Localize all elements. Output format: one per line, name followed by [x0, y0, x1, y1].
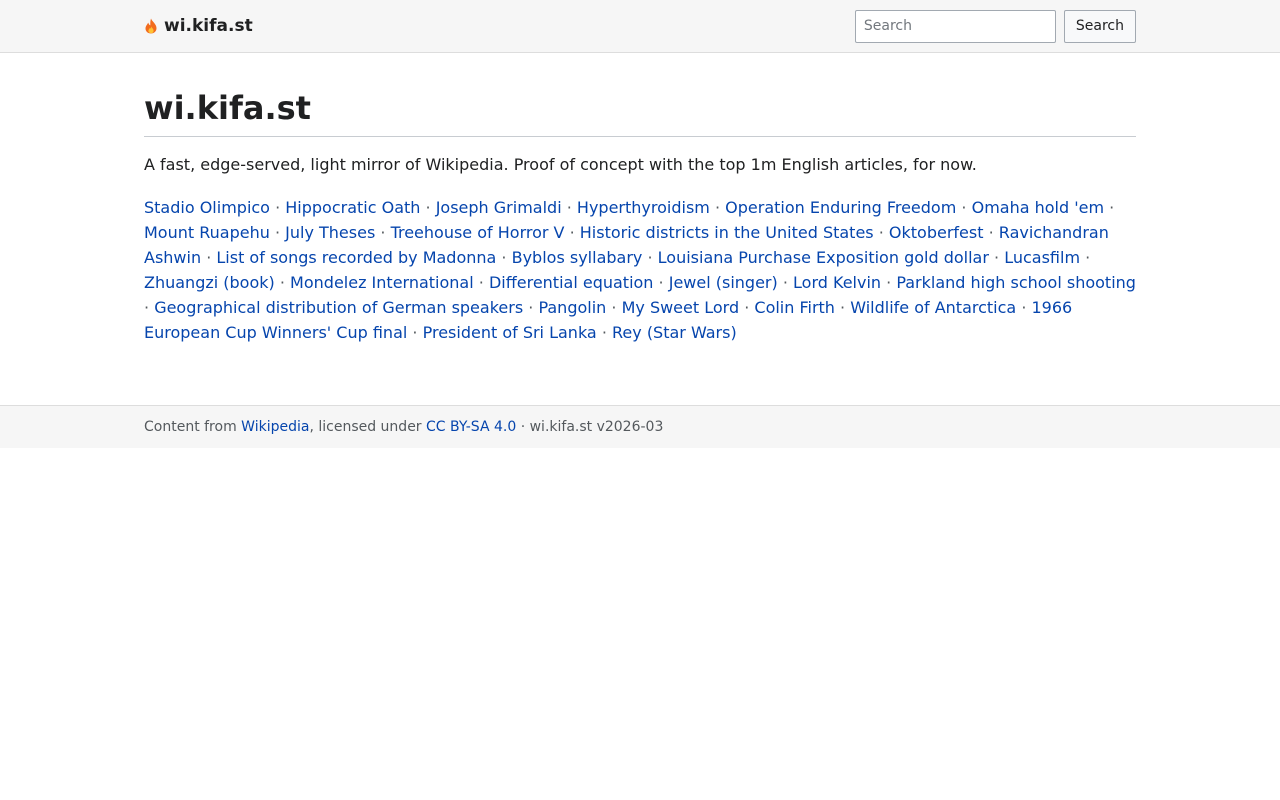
link-separator: · — [566, 198, 572, 217]
article-link[interactable]: Lucasfilm — [1004, 248, 1080, 267]
article-link[interactable]: Joseph Grimaldi — [436, 198, 562, 217]
link-separator: · — [988, 223, 994, 242]
article-link[interactable]: Differential equation — [489, 273, 654, 292]
link-separator: · — [782, 273, 788, 292]
link-separator: · — [274, 223, 281, 242]
link-separator: · — [206, 248, 212, 267]
article-link[interactable]: Historic districts in the United States — [580, 223, 874, 242]
footer-prefix: Content from — [144, 419, 242, 435]
article-link[interactable]: Zhuangzi (book) — [144, 273, 275, 292]
top-bar-inner: wi.kifa.st Search — [144, 0, 1136, 52]
article-link[interactable]: Stadio Olimpico — [144, 198, 270, 217]
link-separator: · — [878, 223, 884, 242]
article-link[interactable]: Colin Firth — [754, 298, 835, 317]
footer-version: · wi.kifa.st v2026-03 — [516, 419, 664, 435]
article-link[interactable]: Rey (Star Wars) — [612, 323, 737, 342]
link-separator: · — [994, 248, 1000, 267]
flame-icon — [144, 18, 158, 34]
article-link[interactable]: Oktoberfest — [889, 223, 984, 242]
link-separator: · — [1085, 248, 1091, 267]
link-separator: · — [647, 248, 653, 267]
article-link[interactable]: President of Sri Lanka — [423, 323, 597, 342]
link-separator: · — [611, 298, 617, 317]
tagline: A fast, edge-served, light mirror of Wik… — [144, 155, 977, 174]
link-separator: · — [528, 298, 534, 317]
article-link[interactable]: Mount Ruapehu — [144, 223, 270, 242]
search-input[interactable] — [854, 9, 1056, 43]
link-separator: · — [961, 198, 967, 217]
link-separator: · — [569, 223, 575, 242]
brand-name: wi.kifa.st — [164, 16, 253, 36]
article-link[interactable]: Hyperthyroidism — [577, 198, 710, 217]
link-separator: · — [714, 198, 721, 217]
article-link[interactable]: Byblos syllabary — [512, 248, 643, 267]
license-link[interactable]: CC BY-SA 4.0 — [426, 419, 516, 435]
main-content: wi.kifa.st A fast, edge-served, light mi… — [144, 53, 1136, 405]
link-separator: · — [425, 198, 431, 217]
link-separator: · — [1109, 198, 1115, 217]
article-link[interactable]: Louisiana Purchase Exposition gold dolla… — [658, 248, 989, 267]
article-link[interactable]: Omaha hold 'em — [972, 198, 1104, 217]
link-separator: · — [886, 273, 892, 292]
footer-license-text: , licensed under — [309, 419, 427, 435]
article-link[interactable]: List of songs recorded by Madonna — [216, 248, 496, 267]
search-form: Search — [854, 9, 1136, 43]
link-separator: · — [412, 323, 418, 342]
article-link-list: Stadio Olimpico · Hippocratic Oath · Jos… — [144, 195, 1136, 345]
link-separator: · — [275, 198, 281, 217]
article-link[interactable]: Mondelez International — [290, 273, 474, 292]
article-link[interactable]: Treehouse of Horror V — [391, 223, 565, 242]
article-link[interactable]: Hippocratic Oath — [285, 198, 420, 217]
search-button[interactable]: Search — [1063, 9, 1136, 43]
link-separator: · — [501, 248, 507, 267]
link-separator: · — [840, 298, 846, 317]
article-link[interactable]: Pangolin — [538, 298, 606, 317]
link-separator: · — [601, 323, 607, 342]
article-link[interactable]: Geographical distribution of German spea… — [154, 298, 523, 317]
link-separator: · — [658, 273, 664, 292]
page-title: wi.kifa.st — [144, 89, 1136, 137]
article-link[interactable]: Operation Enduring Freedom — [725, 198, 956, 217]
footer: Content from Wikipedia, licensed under C… — [0, 405, 1280, 448]
link-separator: · — [279, 273, 285, 292]
article-link[interactable]: Jewel (singer) — [669, 273, 778, 292]
article-link[interactable]: Parkland high school shooting — [896, 273, 1136, 292]
footer-inner: Content from Wikipedia, licensed under C… — [144, 406, 1136, 448]
brand-home-link[interactable]: wi.kifa.st — [144, 16, 253, 36]
article-link[interactable]: My Sweet Lord — [622, 298, 740, 317]
wikipedia-link[interactable]: Wikipedia — [241, 419, 309, 435]
article-link[interactable]: Lord Kelvin — [793, 273, 881, 292]
article-link[interactable]: Wildlife of Antarctica — [850, 298, 1016, 317]
top-bar: wi.kifa.st Search — [0, 0, 1280, 53]
link-separator: · — [744, 298, 750, 317]
link-separator: · — [380, 223, 386, 242]
article-link[interactable]: July Theses — [285, 223, 375, 242]
link-separator: · — [478, 273, 484, 292]
link-separator: · — [144, 298, 150, 317]
link-separator: · — [1021, 298, 1027, 317]
